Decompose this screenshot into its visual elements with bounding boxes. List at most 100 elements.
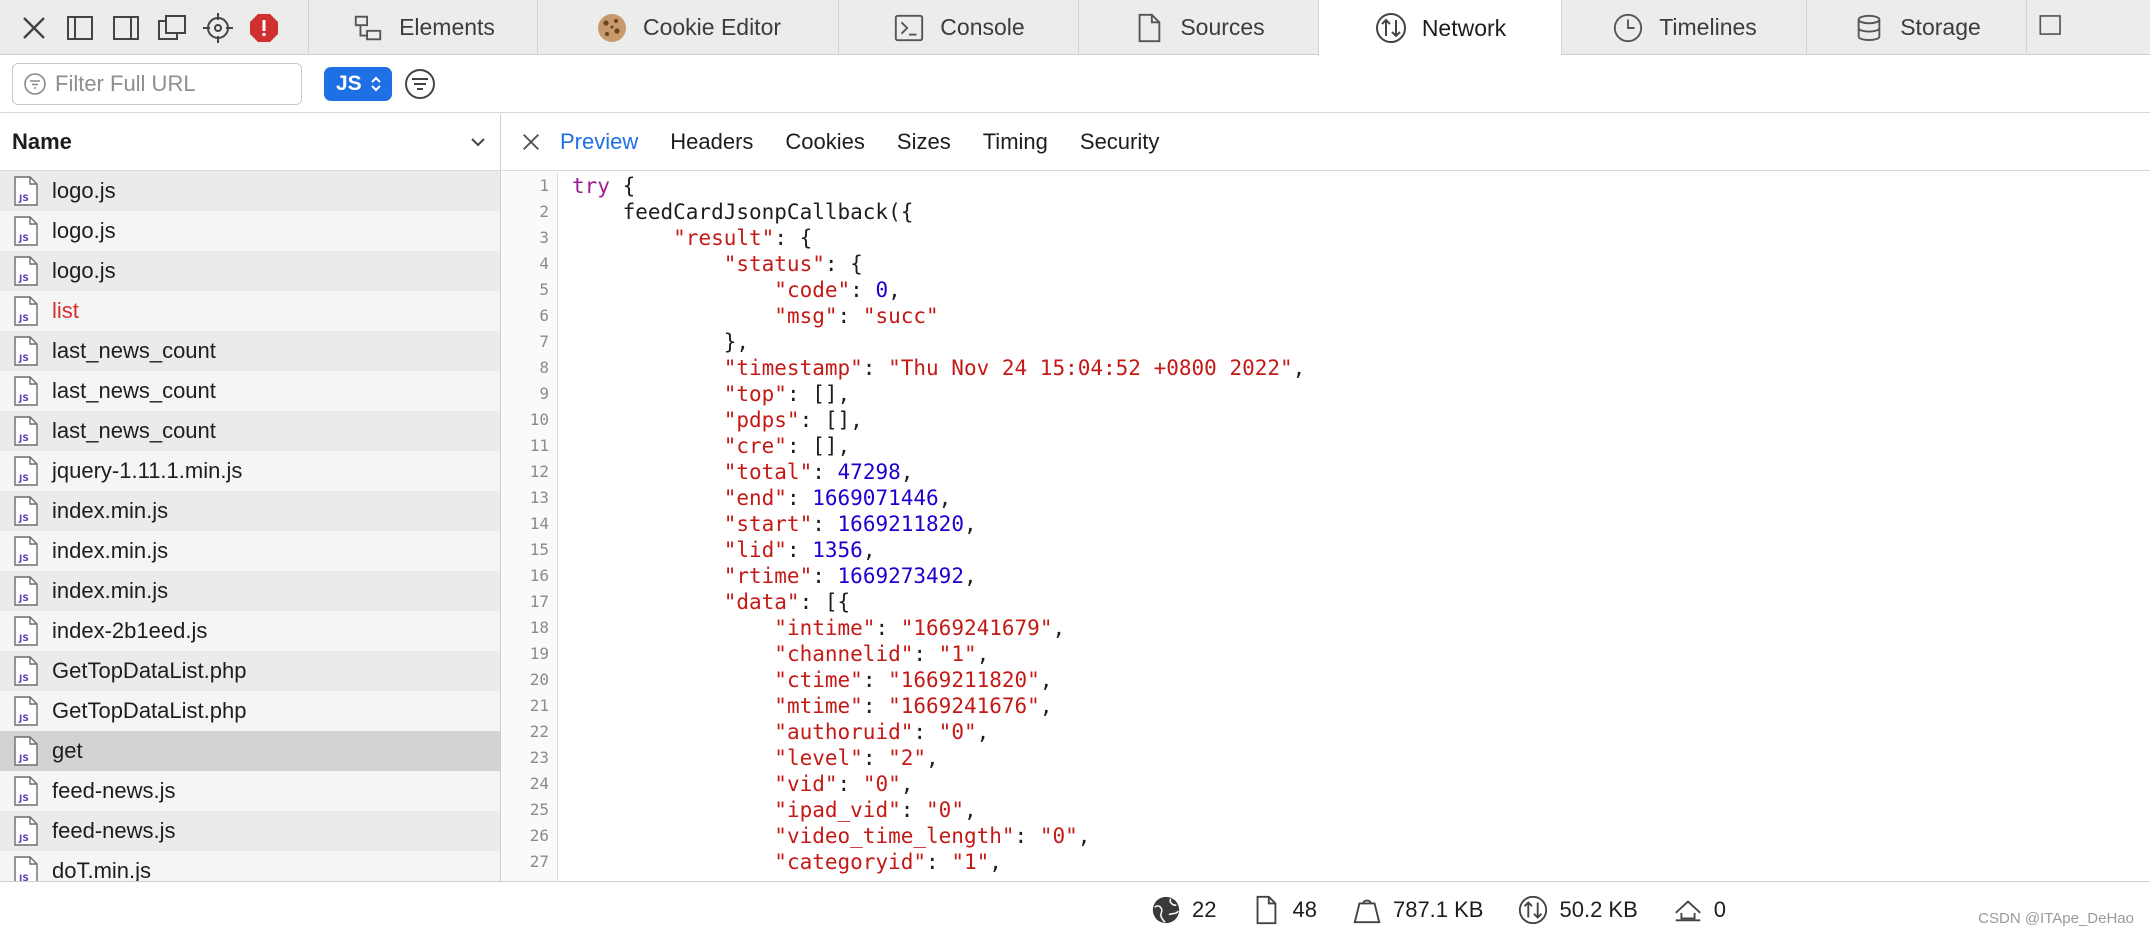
- detail-tab-security[interactable]: Security: [1080, 129, 1159, 155]
- line-number: 24: [529, 774, 549, 793]
- globe-icon: [1152, 896, 1180, 923]
- code-token: :: [837, 304, 863, 328]
- code-line: "ctime": "1669211820",: [572, 667, 1305, 693]
- code-line: "start": 1669211820,: [572, 511, 1305, 537]
- request-row[interactable]: JS last_news_count: [0, 411, 500, 451]
- detail-tab-headers[interactable]: Headers: [670, 129, 753, 155]
- request-row[interactable]: JS logo.js: [0, 211, 500, 251]
- request-row[interactable]: JS last_news_count: [0, 371, 500, 411]
- detail-tab-cookies[interactable]: Cookies: [785, 129, 864, 155]
- line-number: 12: [529, 462, 549, 481]
- tab-console[interactable]: Console: [838, 0, 1078, 55]
- svg-text:JS: JS: [18, 754, 29, 764]
- request-row[interactable]: JS index.min.js: [0, 531, 500, 571]
- request-name: index.min.js: [52, 498, 169, 523]
- request-row[interactable]: JS logo.js: [0, 251, 500, 291]
- code-token: : [],: [786, 434, 851, 458]
- watermark-text: CSDN @ITApe_DeHao: [1978, 910, 2134, 927]
- error-badge-icon[interactable]: [242, 6, 286, 50]
- js-file-icon: JS: [14, 456, 38, 486]
- request-row[interactable]: JS last_news_count: [0, 331, 500, 371]
- js-file-icon: JS: [14, 776, 38, 806]
- filter-url-input[interactable]: [55, 71, 295, 97]
- svg-text:JS: JS: [18, 554, 29, 564]
- code-line: "authoruid": "0",: [572, 719, 1305, 745]
- tab-label: Elements: [399, 14, 495, 40]
- tab-cookie-editor[interactable]: Cookie Editor: [537, 0, 838, 55]
- code-token: :: [862, 668, 889, 692]
- request-name: logo.js: [52, 258, 116, 283]
- request-row[interactable]: JS GetTopDataList.php: [0, 651, 500, 691]
- svg-text:JS: JS: [18, 874, 29, 881]
- tab-overflow[interactable]: [2026, 0, 2064, 55]
- request-row[interactable]: JS index.min.js: [0, 571, 500, 611]
- stat-value: 50.2 KB: [1559, 896, 1638, 922]
- line-number: 23: [529, 748, 549, 767]
- line-number: 7: [539, 332, 549, 351]
- request-row[interactable]: JS list: [0, 291, 500, 331]
- detail-tab-sizes[interactable]: Sizes: [897, 129, 951, 155]
- request-row[interactable]: JS feed-news.js: [0, 771, 500, 811]
- code-token: ,: [862, 538, 876, 562]
- request-row[interactable]: JS index-2b1eed.js: [0, 611, 500, 651]
- code-token: "authoruid": [774, 720, 914, 744]
- code-line: "pdps": [],: [572, 407, 1305, 433]
- js-file-icon: JS: [14, 336, 38, 366]
- resource-type-select[interactable]: JS: [324, 67, 392, 101]
- detach-window-icon[interactable]: [150, 6, 194, 50]
- redirect-icon: [1674, 899, 1701, 921]
- code-token: "succ": [862, 304, 939, 328]
- code-token: "cre": [723, 434, 787, 458]
- request-row[interactable]: JS jquery-1.11.1.min.js: [0, 451, 500, 491]
- inspect-crosshair-icon[interactable]: [196, 6, 240, 50]
- request-row[interactable]: JS doT.min.js: [0, 851, 500, 881]
- tab-network[interactable]: Network: [1318, 0, 1561, 56]
- line-number: 11: [529, 436, 549, 455]
- line-number: 5: [539, 280, 549, 299]
- request-row[interactable]: JS feed-news.js: [0, 811, 500, 851]
- code-token: "2": [888, 746, 927, 770]
- name-column-header[interactable]: Name: [0, 114, 500, 171]
- js-file-icon: JS: [14, 856, 38, 881]
- detail-tab-preview[interactable]: Preview: [560, 129, 638, 155]
- request-row[interactable]: JS get: [0, 731, 500, 771]
- filter-field[interactable]: [12, 63, 302, 105]
- code-token: :: [1014, 824, 1040, 848]
- tab-elements[interactable]: Elements: [308, 0, 537, 55]
- tab-label: Console: [940, 14, 1025, 40]
- code-line: "video_time_length": "0",: [572, 823, 1305, 849]
- js-file-icon: JS: [14, 256, 38, 286]
- code-token: 47298: [837, 460, 901, 484]
- code-token: "end": [723, 486, 787, 510]
- svg-text:JS: JS: [18, 794, 29, 804]
- request-name: jquery-1.11.1.min.js: [52, 458, 243, 483]
- code-token: :: [786, 538, 813, 562]
- code-token: ,: [1292, 356, 1306, 380]
- tab-storage[interactable]: Storage: [1806, 0, 2026, 55]
- filter-options-button[interactable]: [402, 66, 438, 102]
- line-number: 22: [529, 722, 549, 741]
- tab-label: Storage: [1900, 14, 1981, 40]
- close-icon[interactable]: [12, 6, 56, 50]
- code-token: : {: [774, 226, 813, 250]
- tab-timelines[interactable]: Timelines: [1561, 0, 1806, 55]
- tab-sources[interactable]: Sources: [1078, 0, 1318, 55]
- stat-redirects: 0: [1672, 894, 1726, 926]
- close-detail-button[interactable]: [516, 127, 546, 157]
- request-row[interactable]: JS GetTopDataList.php: [0, 691, 500, 731]
- line-number: 10: [529, 410, 549, 429]
- overflow-icon: [2037, 11, 2065, 45]
- request-row[interactable]: JS index.min.js: [0, 491, 500, 531]
- request-row[interactable]: JS logo.js: [0, 171, 500, 211]
- code-token: "total": [723, 460, 813, 484]
- code-token: ,: [1052, 616, 1066, 640]
- detail-tab-timing[interactable]: Timing: [983, 129, 1048, 155]
- response-preview[interactable]: 1 2 3 4 5 6 7 8 9 10 11 12 13 14 15 16 17 18 19 20 21 22 23 24 2…: [502, 172, 2150, 881]
- dock-left-icon[interactable]: [58, 6, 102, 50]
- code-token: "data": [723, 590, 800, 614]
- dock-right-icon[interactable]: [104, 6, 148, 50]
- line-number: 13: [529, 488, 549, 507]
